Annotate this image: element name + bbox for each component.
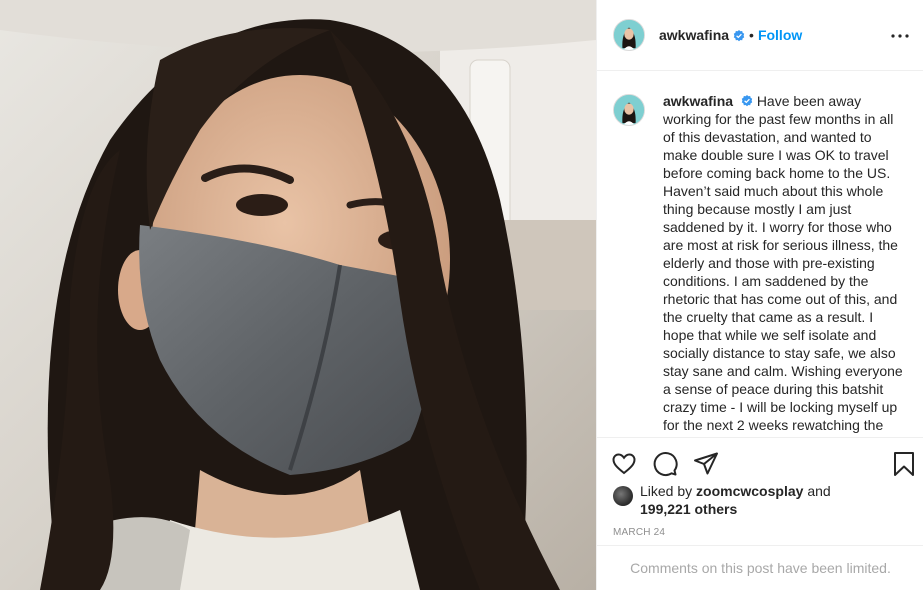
caption-scroll-area[interactable]: awkwafina Have been away working for the… [597,72,923,437]
avatar-image [614,95,644,125]
liker-avatar[interactable] [613,486,633,506]
post-details-panel: awkwafina • Follow awkwafina Have been a… [596,0,923,590]
comments-limited-notice: Comments on this post have been limited. [597,545,923,590]
likes-count[interactable]: 199,221 others [640,501,737,517]
caption-text: awkwafina Have been away working for the… [663,92,908,434]
bookmark-icon[interactable] [892,451,918,477]
caption-body: Have been away working for the past few … [663,93,903,433]
avatar-image [614,20,644,50]
verified-badge-icon [741,93,753,107]
liked-by-prefix: Liked by [640,483,693,499]
selfie-image [0,0,596,590]
likes-text: Liked by zoomcwcosplay and 199,221 other… [640,482,913,518]
liked-by-and: and [807,483,831,499]
post-header: awkwafina • Follow [597,0,923,71]
caption-avatar[interactable] [613,94,645,126]
header-separator: • [749,27,754,43]
likes-summary: Liked by zoomcwcosplay and 199,221 other… [613,482,913,518]
post-date[interactable]: MARCH 24 [613,527,665,538]
caption-username[interactable]: awkwafina [663,93,733,109]
heart-icon[interactable] [611,451,637,477]
comment-bubble-icon[interactable] [652,451,678,477]
paper-plane-icon[interactable] [693,451,719,477]
liked-by-user[interactable]: zoomcwcosplay [696,483,803,499]
post-username[interactable]: awkwafina [659,27,729,43]
profile-avatar[interactable] [613,19,645,51]
more-options-icon[interactable] [890,26,910,46]
caption-comment: awkwafina Have been away working for the… [613,92,908,434]
follow-button[interactable]: Follow [758,27,802,43]
verified-badge-icon [733,29,745,42]
post-photo[interactable] [0,0,596,590]
action-bar [597,437,923,487]
